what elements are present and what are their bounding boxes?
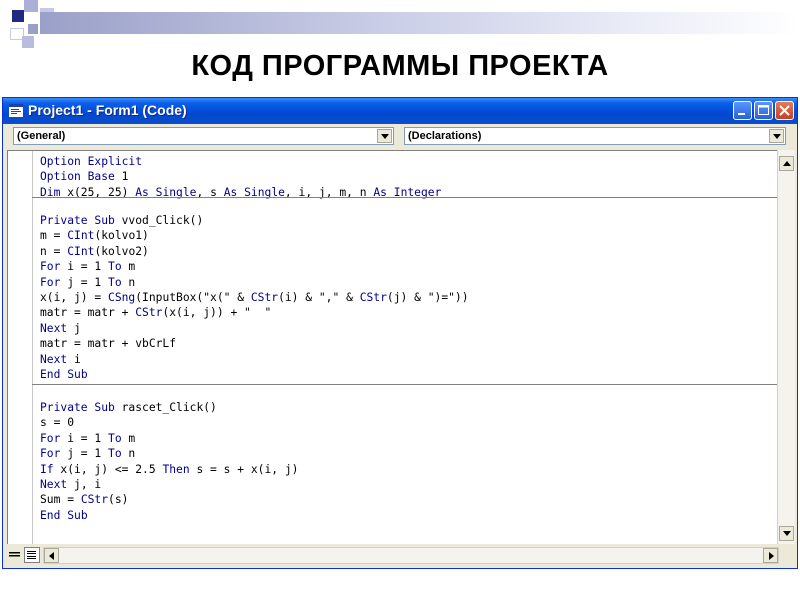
code-line: For i = 1 To m <box>40 260 136 274</box>
scroll-left-icon[interactable] <box>44 548 59 563</box>
chevron-down-icon[interactable] <box>377 129 392 143</box>
code-line: End Sub <box>40 508 88 522</box>
header-band <box>40 12 800 34</box>
maximize-icon <box>758 105 769 115</box>
procedure-combo[interactable]: (Declarations) <box>404 127 786 145</box>
full-module-view-button[interactable] <box>24 547 40 563</box>
code-line: x(i, j) = CSng(InputBox("x(" & CStr(i) &… <box>40 291 469 304</box>
deco-square <box>22 36 34 48</box>
code-line: Private Sub rascet_Click() <box>40 401 217 414</box>
code-line: Private Sub vvod_Click() <box>40 214 204 227</box>
procedure-separator <box>32 384 777 385</box>
minimize-icon <box>738 113 745 115</box>
code-line: m = CInt(kolvo1) <box>40 229 149 243</box>
procedure-combo-value: (Declarations) <box>408 130 482 142</box>
code-line: For i = 1 To m <box>40 431 136 445</box>
chevron-down-icon[interactable] <box>769 129 784 143</box>
code-line: Sum = CStr(s) <box>40 493 129 507</box>
scroll-right-icon[interactable] <box>763 548 778 563</box>
code-line: matr = matr + vbCrLf <box>40 337 177 351</box>
code-line: s = 0 <box>40 416 75 430</box>
code-line: Option Explicit <box>40 155 143 168</box>
code-editor[interactable]: Option Explicit Option Base 1 Dim x(25, 25… <box>7 150 777 544</box>
code-line: Next i <box>40 352 81 366</box>
slide-title: КОД ПРОГРАММЫ ПРОЕКТА <box>191 50 609 82</box>
combo-row: (General) (Declarations) <box>3 124 797 148</box>
scroll-up-icon[interactable] <box>779 156 794 171</box>
code-line: End Sub <box>40 368 88 381</box>
object-combo[interactable]: (General) <box>13 127 394 145</box>
code-window: Project1 - Form1 (Code) (General) (Decla… <box>2 97 798 569</box>
window-title: Project1 - Form1 (Code) <box>28 102 187 118</box>
scroll-down-icon[interactable] <box>779 526 794 541</box>
object-combo-value: (General) <box>17 130 66 142</box>
title-bar[interactable]: Project1 - Form1 (Code) <box>3 98 797 124</box>
horizontal-scrollbar[interactable] <box>43 547 779 564</box>
minimize-button[interactable] <box>733 101 752 120</box>
bottom-bar <box>3 544 797 568</box>
close-icon <box>779 105 790 116</box>
deco-square <box>12 10 24 22</box>
code-line: Option Base 1 <box>40 170 129 184</box>
procedure-view-icon <box>9 552 20 557</box>
code-line: Next j, i <box>40 478 102 491</box>
vertical-scrollbar[interactable] <box>777 150 795 544</box>
close-button[interactable] <box>775 101 794 120</box>
code-line: n = CInt(kolvo2) <box>40 244 149 258</box>
code-line: Next j <box>40 321 81 335</box>
code-line: matr = matr + CStr(x(i, j)) + " " <box>40 306 272 320</box>
full-module-view-icon <box>27 551 36 559</box>
deco-square <box>28 24 38 34</box>
code-line: For j = 1 To n <box>40 275 136 289</box>
deco-square <box>24 0 38 12</box>
procedure-view-button[interactable] <box>7 547 23 563</box>
code-line: For j = 1 To n <box>40 447 136 461</box>
procedure-separator <box>32 197 777 198</box>
code-window-icon <box>9 104 23 117</box>
maximize-button[interactable] <box>754 101 773 120</box>
code-line: If x(i, j) <= 2.5 Then s = s + x(i, j) <box>40 462 299 476</box>
margin-indicator-bar <box>32 151 33 544</box>
